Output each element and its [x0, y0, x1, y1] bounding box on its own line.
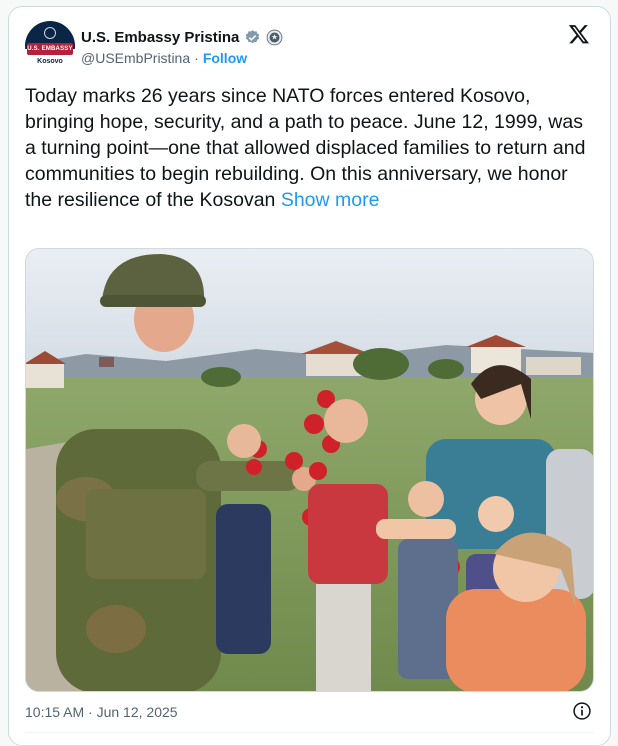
display-name[interactable]: U.S. Embassy Pristina	[81, 29, 239, 46]
photo-illustration	[26, 249, 593, 691]
tweet-card: U.S. EMBASSY Kosovo U.S. Embassy Pristin…	[8, 6, 611, 746]
x-logo-icon[interactable]	[568, 23, 590, 45]
avatar-sub-text: Kosovo	[37, 58, 63, 65]
divider	[25, 732, 594, 733]
info-icon[interactable]	[572, 701, 592, 721]
verified-badge-icon	[246, 29, 260, 43]
show-more-link[interactable]: Show more	[281, 189, 380, 211]
tweet-text: Today marks 26 years since NATO forces e…	[25, 83, 595, 213]
handle-row: @USEmbPristina · Follow	[81, 49, 247, 67]
avatar[interactable]: U.S. EMBASSY Kosovo	[25, 21, 75, 71]
avatar-band-text: U.S. EMBASSY	[27, 46, 73, 52]
government-seal-icon	[267, 29, 283, 45]
handle-separator: ·	[194, 50, 199, 66]
name-row: U.S. Embassy Pristina	[81, 27, 283, 47]
follow-button[interactable]: Follow	[203, 50, 247, 66]
seal-icon	[44, 27, 56, 39]
tweet-photo[interactable]	[25, 248, 594, 692]
handle[interactable]: @USEmbPristina	[81, 50, 190, 66]
tweet-timestamp[interactable]: 10:15 AM · Jun 12, 2025	[25, 704, 178, 720]
